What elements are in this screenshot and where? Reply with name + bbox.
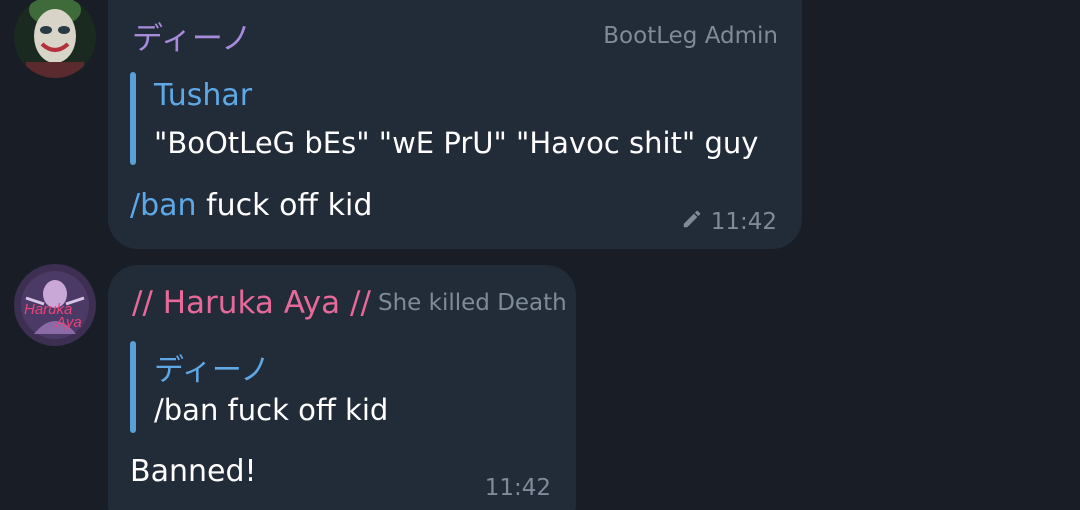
message-meta: 11:42 [681, 208, 777, 236]
chat-history: ディーノ BootLeg Admin Tushar "BoOtLeG bEs" … [0, 0, 1080, 510]
message-text: Banned! [130, 454, 257, 489]
reply-text: "BoOtLeG bEs" "wE PrU" "Havoc shit" guy [154, 126, 759, 160]
sender-name[interactable]: // Haruka Aya // [132, 285, 371, 321]
pencil-icon [681, 208, 703, 236]
sender-role: BootLeg Admin [603, 23, 778, 49]
reply-text: /ban fuck off kid [154, 393, 389, 427]
message-bubble[interactable]: // Haruka Aya // She killed Death ディーノ /… [108, 265, 576, 510]
sender-role: She killed Death [378, 290, 567, 316]
haruka-aya-avatar[interactable]: Haruka Aya [14, 264, 96, 346]
message-text: /ban fuck off kid [130, 188, 372, 223]
joker-avatar[interactable] [14, 0, 96, 78]
sender-name[interactable]: ディーノ [132, 13, 252, 58]
avatar-text-line2: Aya [55, 314, 82, 331]
bot-command-link[interactable]: /ban [130, 188, 197, 223]
reply-sender-name: ディーノ [154, 353, 271, 388]
message-meta: 11:42 [485, 475, 551, 501]
message-time: 11:42 [710, 209, 777, 235]
reply-bar [130, 72, 136, 165]
message-body: fuck off kid [196, 188, 373, 223]
message-bubble[interactable]: ディーノ BootLeg Admin Tushar "BoOtLeG bEs" … [108, 0, 802, 249]
reply-bar [130, 341, 136, 433]
reply-sender-name: Tushar [154, 78, 253, 113]
message-time: 11:42 [484, 475, 551, 501]
